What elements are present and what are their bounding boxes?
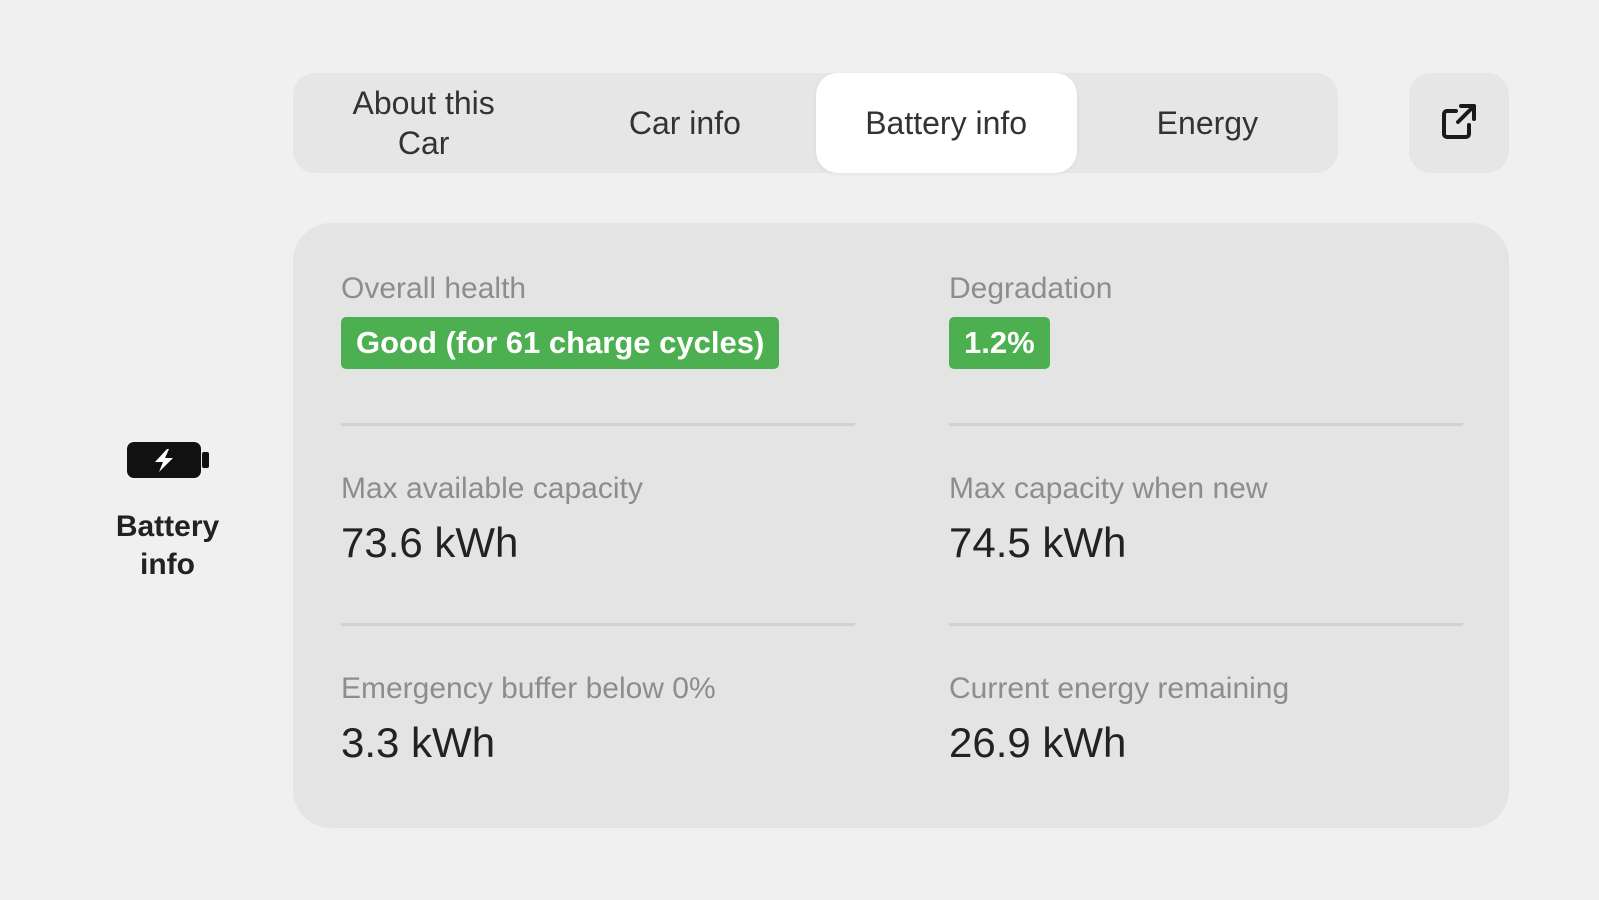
overall-health-label: Overall health <box>341 272 527 305</box>
max-available-capacity-label: Max available capacity <box>341 472 643 505</box>
emergency-buffer-value: 3.3 kWh <box>341 719 496 766</box>
max-available-capacity-field: Max available capacity 73.6 kWh <box>341 426 855 626</box>
emergency-buffer-label: Emergency buffer below 0% <box>341 672 716 705</box>
external-link-icon <box>1439 101 1479 146</box>
degradation-badge: 1.2% <box>949 317 1050 369</box>
current-energy-label: Current energy remaining <box>949 672 1290 705</box>
max-capacity-new-field: Max capacity when new 74.5 kWh <box>949 426 1463 626</box>
tab-bar: About this Car Car info Battery info Ene… <box>293 73 1338 173</box>
battery-charging-icon <box>125 440 211 480</box>
current-energy-field: Current energy remaining 26.9 kWh <box>949 626 1463 826</box>
tab-energy[interactable]: Energy <box>1077 73 1338 173</box>
tab-about-this-car[interactable]: About this Car <box>293 73 554 173</box>
tab-car-info[interactable]: Car info <box>554 73 815 173</box>
emergency-buffer-field: Emergency buffer below 0% 3.3 kWh <box>341 626 855 826</box>
overall-health-badge: Good (for 61 charge cycles) <box>341 317 780 369</box>
open-external-button[interactable] <box>1409 73 1509 173</box>
battery-info-card: Overall health Good (for 61 charge cycle… <box>293 223 1509 828</box>
max-capacity-new-value: 74.5 kWh <box>949 519 1127 566</box>
tab-battery-info[interactable]: Battery info <box>815 73 1077 173</box>
degradation-label: Degradation <box>949 272 1113 305</box>
max-available-capacity-value: 73.6 kWh <box>341 519 519 566</box>
current-energy-value: 26.9 kWh <box>949 719 1127 766</box>
degradation-field: Degradation 1.2% <box>949 271 1463 426</box>
sidebar-item-label: Battery info <box>115 510 220 581</box>
max-capacity-new-label: Max capacity when new <box>949 472 1268 505</box>
overall-health-field: Overall health Good (for 61 charge cycle… <box>341 271 855 426</box>
sidebar-item-battery-info[interactable]: Battery info <box>90 440 245 584</box>
